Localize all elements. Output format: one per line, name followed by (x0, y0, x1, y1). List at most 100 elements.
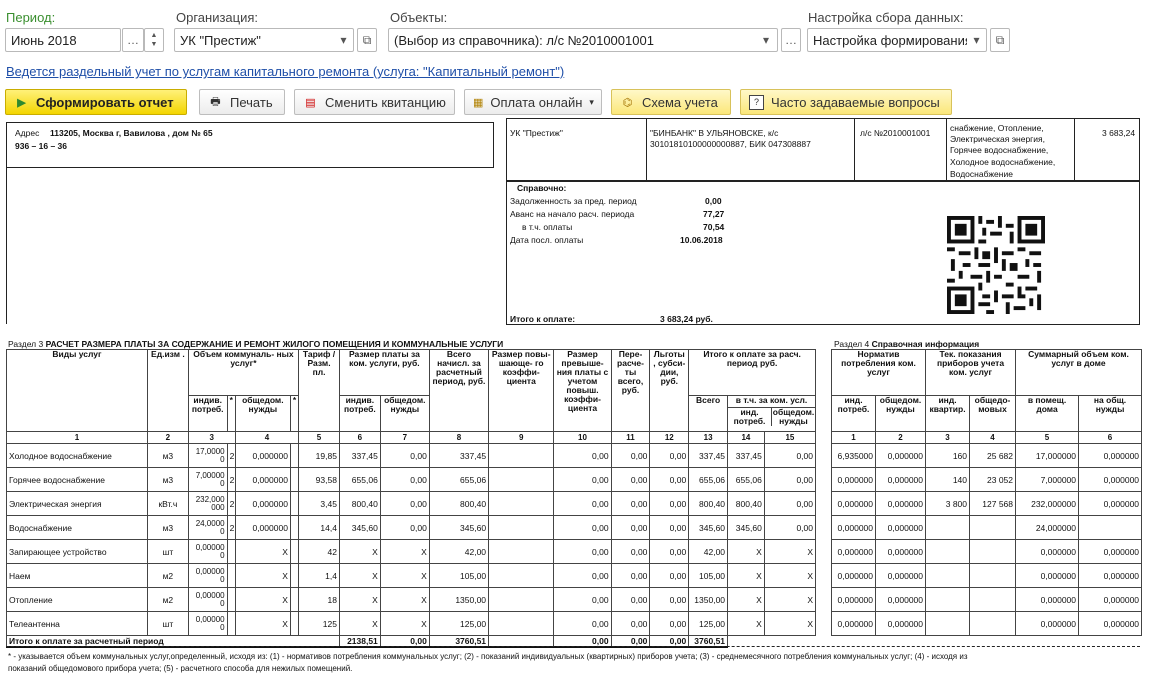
open-icon[interactable]: ⧉ (990, 28, 1010, 52)
cell-vol: 17,0000 0 (187, 443, 228, 468)
cell-s-room: 0,000000 (1015, 539, 1080, 564)
accounting-scheme-button[interactable]: ⌬ Схема учета (611, 89, 731, 115)
header-incl: в т.ч. за ком. усл. инд. потреб. общедом.… (727, 395, 816, 432)
cell-all: 655,06 (688, 467, 729, 492)
generate-report-button[interactable]: ▶ Сформировать отчет (5, 89, 187, 115)
column-number: 8 (428, 431, 490, 444)
cell-name: Электрическая энергия (6, 491, 148, 516)
period-stepper[interactable]: ▲ ▼ (144, 28, 164, 52)
cell-i-ind: X (727, 587, 765, 612)
cell-n-ind: 0,000000 (831, 587, 876, 612)
period-select-button[interactable]: … (122, 28, 144, 52)
cell-recalc: 0,00 (610, 587, 651, 612)
cell-i-ind: X (727, 563, 765, 588)
cell-p-com: X (379, 563, 430, 588)
cell-recalc: 0,00 (610, 443, 651, 468)
cell-total: 42,00 (428, 539, 490, 564)
cell-coef (488, 443, 555, 468)
faq-button[interactable]: ? Часто задаваемые вопросы (740, 89, 952, 115)
cell-all: 105,00 (688, 563, 729, 588)
footnote-line-2: показаний общедомового прибора учета; (5… (8, 664, 353, 673)
select-button[interactable]: … (781, 28, 801, 52)
cell-m-ind (925, 587, 971, 612)
question-icon: ? (749, 94, 764, 110)
chevron-down-icon[interactable]: ▾ (334, 29, 353, 51)
header-all: Всего (688, 395, 729, 432)
cell-common: 0,000000 (234, 467, 291, 492)
period-input[interactable]: Июнь 2018 (5, 28, 121, 52)
cell-all: 1350,00 (688, 587, 729, 612)
settings-select[interactable]: Настройка формирования (807, 28, 987, 52)
qr-code-icon (947, 216, 1045, 314)
cell-excess: 0,00 (553, 443, 612, 468)
column-number: 5 (1015, 431, 1080, 444)
table-row: 0,000000 0,000000 0,000000 0,000000 (831, 611, 1143, 636)
cell-p-ind: 655,06 (338, 467, 381, 492)
column-number: 5 (298, 431, 340, 444)
top-amount: 3 683,24 (1102, 128, 1136, 138)
table-row: Телеантенна шт 0,00000 0 X 125 X X 125,00 0,00 0,… (6, 611, 817, 636)
table-row: Наем м2 0,00000 0 X 1,4 X X 105,00 0,00 0,00 0,00 1… (6, 563, 817, 588)
cell-all: 800,40 (688, 491, 729, 516)
cell-tariff: 125 (298, 611, 340, 636)
cell-vol: 0,00000 0 (187, 539, 228, 564)
open-icon[interactable]: ⧉ (357, 28, 377, 52)
header-topay: Итого к оплате за расч. период руб. (688, 349, 816, 396)
total-to-pay-label: Итого к оплате: (510, 314, 576, 324)
cell-m-ind: 160 (925, 443, 971, 468)
cell-i-ind: 655,06 (727, 467, 765, 492)
cell-s-com: 0,000000 (1078, 491, 1143, 516)
cell-s-room: 24,000000 (1015, 515, 1080, 540)
cell-common: X (234, 539, 291, 564)
chevron-down-icon[interactable]: ▾ (967, 29, 986, 51)
cell-n-ind: 6,935000 (831, 443, 876, 468)
org-select[interactable]: УК "Престиж" (174, 28, 354, 52)
cell-vol: 0,00000 0 (187, 611, 228, 636)
payment-icon: ▦ (473, 96, 484, 109)
ref-label-3: Дата посл. оплаты (510, 235, 584, 245)
capital-repair-link[interactable]: Ведется раздельный учет по услугам капит… (6, 64, 564, 79)
cell-n-com: 0,000000 (874, 539, 927, 564)
cell-total: 655,06 (428, 467, 490, 492)
header-pay-size: Размер платы за ком. услуги, руб. (338, 349, 430, 396)
cell-m-ind (925, 611, 971, 636)
cell-common: 0,000000 (234, 515, 291, 540)
cell-s-com: 0,000000 (1078, 587, 1143, 612)
column-number: 2 (874, 431, 927, 444)
cell-total: 337,45 (428, 443, 490, 468)
cell-i-com: X (763, 587, 817, 612)
cell-s-room: 232,000000 (1015, 491, 1080, 516)
period-label: Период: (6, 10, 56, 25)
print-button[interactable]: 🖶 Печать (199, 89, 285, 115)
cell-excess: 0,00 (553, 467, 612, 492)
cell-vol: 0,00000 0 (187, 563, 228, 588)
cell-coef (488, 611, 555, 636)
cell-p-ind: X (338, 563, 381, 588)
cell-m-ind: 140 (925, 467, 971, 492)
pay-online-button[interactable]: ▦ Оплата онлайн ▾ (464, 89, 602, 115)
cell-k (226, 563, 236, 588)
cell-common: X (234, 587, 291, 612)
cell-i-com: 0,00 (763, 467, 817, 492)
column-number: 3 (925, 431, 971, 444)
services-list-3: Холодное водоснабжение, (950, 157, 1056, 167)
cell-s-room: 0,000000 (1015, 563, 1080, 588)
cell-excess: 0,00 (553, 515, 612, 540)
services-list-1: Электрическая энергия, (950, 134, 1045, 144)
change-receipt-button[interactable]: ▤ Сменить квитанцию (294, 89, 455, 115)
cell-benef: 0,00 (649, 587, 690, 612)
cell-n-com: 0,000000 (874, 443, 927, 468)
cell-benef: 0,00 (649, 563, 690, 588)
org-label: Организация: (176, 10, 259, 25)
cell-m-com (969, 611, 1017, 636)
cell-m-com: 25 682 (969, 443, 1017, 468)
cell-tariff: 93,58 (298, 467, 340, 492)
hierarchy-icon: ⌬ (622, 96, 633, 109)
section4-title: Раздел 4 Справочная информация (834, 339, 980, 349)
cell-total: 800,40 (428, 491, 490, 516)
cell-unit: шт (146, 539, 189, 564)
cell-m-com (969, 539, 1017, 564)
chevron-down-icon[interactable]: ▾ (756, 29, 776, 51)
objects-select[interactable]: (Выбор из справочника): л/с №2010001001 (388, 28, 778, 52)
cell-m-ind (925, 539, 971, 564)
